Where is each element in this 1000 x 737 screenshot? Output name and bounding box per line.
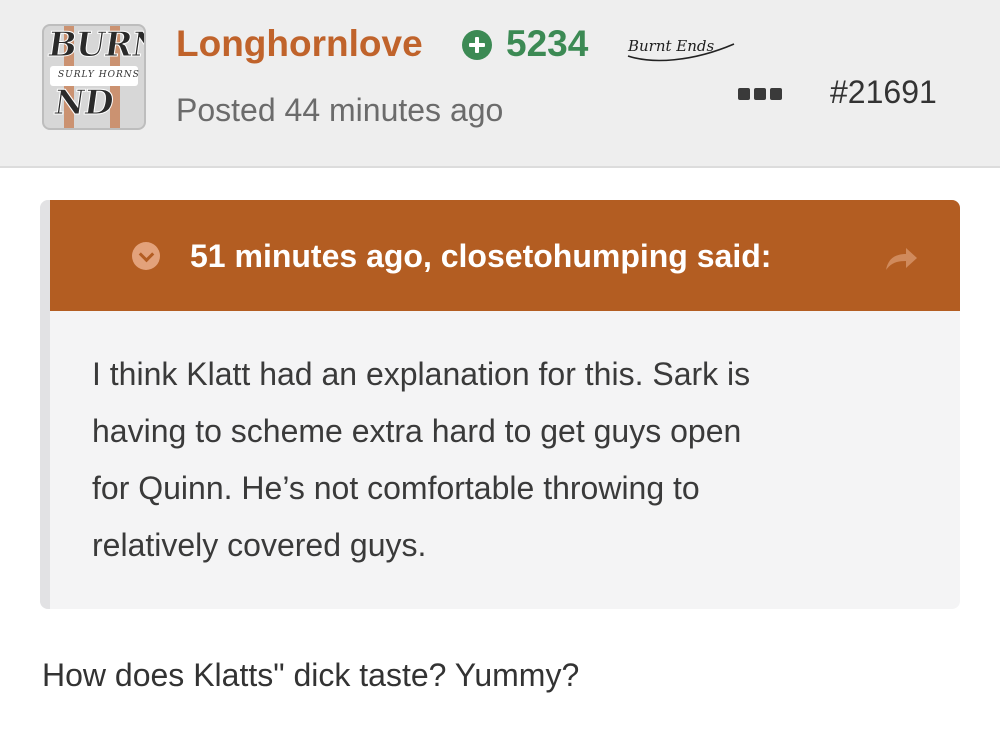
- quote-citation: 51 minutes ago, closetohumping said:: [190, 238, 772, 274]
- avatar[interactable]: BURN SURLY HORNS ND: [42, 24, 146, 130]
- quote-body: I think Klatt had an explanation for thi…: [92, 346, 912, 574]
- username-link[interactable]: Longhornlove: [176, 22, 423, 66]
- chevron-down-circle-icon[interactable]: [132, 242, 160, 270]
- more-dots-icon[interactable]: [738, 88, 784, 102]
- quote-line: for Quinn. He’s not comfortable throwing…: [92, 470, 700, 506]
- plus-circle-icon: [462, 30, 492, 60]
- post-number-link[interactable]: #21691: [830, 72, 937, 112]
- quote-line: I think Klatt had an explanation for thi…: [92, 356, 751, 392]
- dot: [754, 88, 766, 100]
- forum-post: BURN SURLY HORNS ND Longhornlove 5234 Bu…: [0, 0, 1000, 737]
- avatar-script-text: SURLY HORNS: [58, 70, 140, 80]
- posted-timestamp: Posted 44 minutes ago: [176, 92, 504, 128]
- dot: [770, 88, 782, 100]
- dot: [738, 88, 750, 100]
- share-arrow-icon[interactable]: [884, 246, 918, 272]
- quote-header[interactable]: 51 minutes ago, closetohumping said:: [50, 200, 960, 311]
- quote-left-border: [40, 200, 50, 609]
- avatar-text-top: BURN: [45, 25, 146, 66]
- reputation-count[interactable]: 5234: [506, 22, 588, 66]
- quote-line: relatively covered guys.: [92, 527, 427, 563]
- avatar-text-bottom: ND: [51, 83, 116, 124]
- post-header: BURN SURLY HORNS ND Longhornlove 5234 Bu…: [0, 0, 1000, 168]
- rank-badge-text: Burnt Ends: [627, 37, 715, 55]
- post-reply-text: How does Klatts" dick taste? Yummy?: [42, 657, 580, 693]
- quote-line: having to scheme extra hard to get guys …: [92, 413, 742, 449]
- rank-badge-burnt-ends: Burnt Ends: [627, 37, 735, 62]
